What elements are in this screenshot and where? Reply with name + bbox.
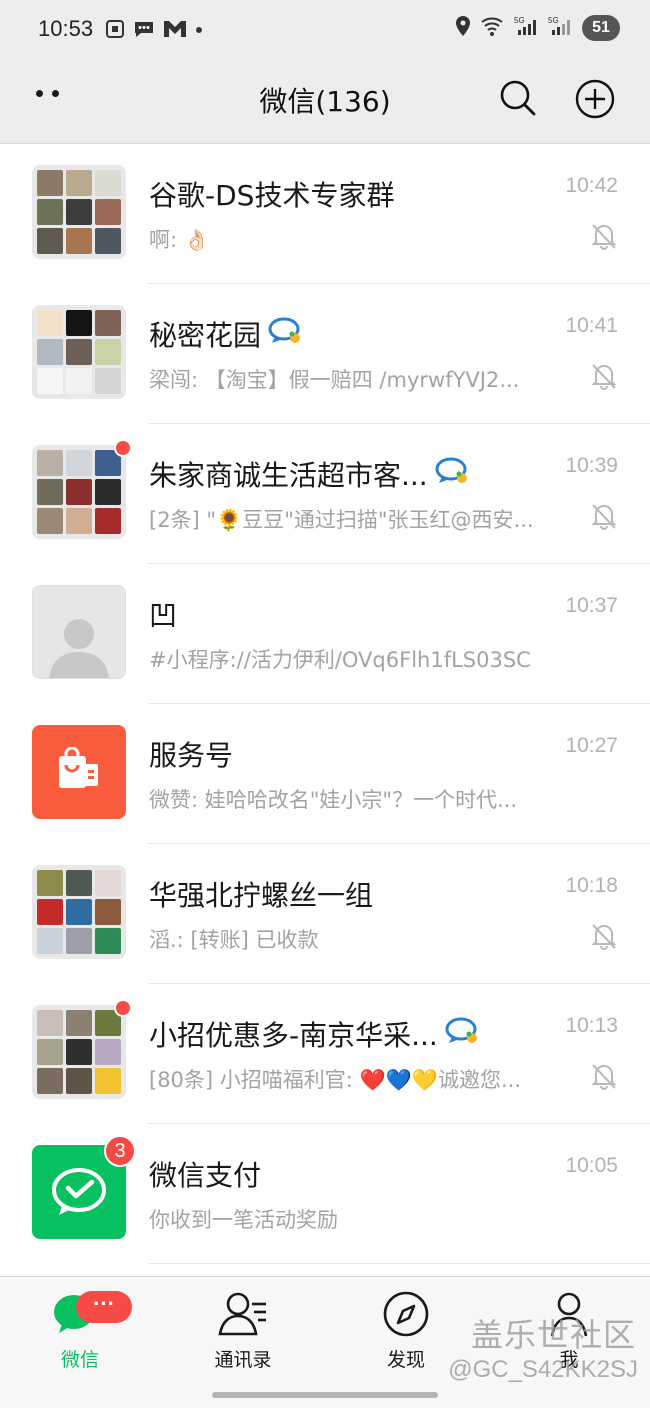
mute-bell-icon bbox=[591, 922, 617, 954]
chat-name: 秘密花园 bbox=[149, 314, 305, 354]
home-indicator[interactable] bbox=[212, 1392, 438, 1398]
unread-count-badge: 3 bbox=[104, 1135, 136, 1167]
dot-icon bbox=[194, 18, 204, 44]
chat-item[interactable]: 3 微信支付 你收到一笔活动奖励 10:05 bbox=[0, 1124, 650, 1264]
chat-list: 谷歌-DS技术专家群 啊: 👌🏻 10:42 秘密花园 梁闯: 【淘宝】假一赔四… bbox=[0, 144, 650, 1264]
status-right: 5G 5G 51 bbox=[454, 14, 620, 42]
service-account-avatar bbox=[32, 725, 126, 819]
chat-item[interactable]: 华强北拧螺丝一组 滔.: [转账] 已收款 10:18 bbox=[0, 844, 650, 984]
compass-icon bbox=[382, 1290, 430, 1342]
search-icon[interactable] bbox=[498, 78, 538, 122]
chat-time: 10:13 bbox=[565, 1014, 618, 1037]
channel-chat-icon bbox=[444, 1016, 482, 1053]
title-bar: 微信(136) bbox=[0, 60, 650, 144]
chat-name: 华强北拧螺丝一组 bbox=[149, 879, 374, 912]
page-title: 微信(136) bbox=[259, 85, 391, 118]
chat-item[interactable]: 小招优惠多-南京华采... [80条] 小招喵福利官: ❤️💙💛诚邀您... 1… bbox=[0, 984, 650, 1124]
chat-name: 微信支付 bbox=[149, 1159, 262, 1192]
chat-preview: 你收到一笔活动奖励 bbox=[149, 1208, 338, 1232]
chat-time: 10:41 bbox=[565, 314, 618, 337]
chat-name: 服务号 bbox=[149, 739, 234, 772]
add-icon[interactable] bbox=[574, 78, 616, 124]
chat-preview: 啊: 👌🏻 bbox=[149, 228, 210, 252]
chat-item[interactable]: 服务号 微赞: 娃哈哈改名"娃小宗"？一个时代... 10:27 bbox=[0, 704, 650, 844]
tab-contacts[interactable]: 通讯录 bbox=[183, 1291, 303, 1372]
status-time: 10:53 bbox=[38, 16, 94, 41]
group-avatar bbox=[32, 165, 126, 259]
unread-dot bbox=[114, 999, 132, 1017]
svg-text:5G: 5G bbox=[514, 16, 525, 25]
contacts-icon bbox=[216, 1290, 270, 1342]
battery-indicator: 51 bbox=[582, 15, 620, 41]
unread-dot bbox=[114, 439, 132, 457]
location-icon bbox=[454, 14, 472, 42]
watermark-text: 盖乐世社区 bbox=[470, 1316, 636, 1354]
tab-chats[interactable]: ··· 微信 bbox=[20, 1291, 140, 1372]
chat-name: 朱家商诚生活超市客... bbox=[149, 454, 472, 494]
channel-chat-icon bbox=[267, 316, 305, 353]
chat-name: 谷歌-DS技术专家群 bbox=[149, 179, 395, 212]
tab-badge: ··· bbox=[76, 1291, 132, 1323]
wechat-pay-avatar: 3 bbox=[32, 1135, 136, 1239]
person-avatar bbox=[32, 585, 126, 679]
status-left-icons bbox=[104, 18, 204, 44]
watermark-handle: @GC_S42KK2SJ bbox=[448, 1356, 638, 1383]
chat-name: 小招优惠多-南京华采... bbox=[149, 1014, 482, 1054]
group-avatar bbox=[32, 439, 132, 539]
chat-time: 10:27 bbox=[565, 734, 618, 757]
group-avatar bbox=[32, 305, 126, 399]
tab-label: 微信 bbox=[60, 1349, 99, 1371]
chat-preview: 微赞: 娃哈哈改名"娃小宗"？一个时代... bbox=[149, 788, 518, 812]
group-avatar bbox=[32, 999, 132, 1099]
chat-preview: #小程序://活力伊利/OVq6Flh1fLS03SC bbox=[149, 648, 531, 672]
wechat-pay-icon bbox=[52, 1168, 106, 1215]
signal-5g-icon: 5G bbox=[548, 14, 574, 42]
chat-time: 10:37 bbox=[565, 594, 618, 617]
wifi-icon bbox=[480, 14, 506, 42]
channel-chat-icon bbox=[434, 456, 472, 493]
chat-time: 10:39 bbox=[565, 454, 618, 477]
chat-item[interactable]: 谷歌-DS技术专家群 啊: 👌🏻 10:42 bbox=[0, 144, 650, 284]
chat-item[interactable]: 秘密花园 梁闯: 【淘宝】假一赔四 /myrwfYVJ2... 10:41 bbox=[0, 284, 650, 424]
chat-preview: 滔.: [转账] 已收款 bbox=[149, 928, 319, 952]
chat-name: 凹 bbox=[149, 599, 178, 632]
chat-time: 10:18 bbox=[565, 874, 618, 897]
group-avatar bbox=[32, 865, 126, 959]
mute-bell-icon bbox=[591, 222, 617, 254]
status-bar: 10:53 5G 5G 51 bbox=[0, 0, 650, 60]
chat-preview: 梁闯: 【淘宝】假一赔四 /myrwfYVJ2... bbox=[149, 368, 520, 392]
gmail-icon bbox=[162, 18, 188, 44]
tab-label: 通讯录 bbox=[214, 1349, 272, 1371]
chat-item[interactable]: 朱家商诚生活超市客... [2条] "🌻豆豆"通过扫描"张玉红@西安... 10… bbox=[0, 424, 650, 564]
mute-bell-icon bbox=[591, 1062, 617, 1094]
chat-preview: [2条] "🌻豆豆"通过扫描"张玉红@西安... bbox=[149, 508, 534, 532]
chat-time: 10:05 bbox=[565, 1154, 618, 1177]
mute-bell-icon bbox=[591, 362, 617, 394]
service-bag-icon bbox=[59, 747, 98, 788]
mute-bell-icon bbox=[591, 502, 617, 534]
chat-time: 10:42 bbox=[565, 174, 618, 197]
chat-notification-icon bbox=[132, 18, 156, 44]
screenshot-icon bbox=[104, 18, 126, 44]
signal-5g-icon: 5G bbox=[514, 14, 540, 42]
chat-preview: [80条] 小招喵福利官: ❤️💙💛诚邀您... bbox=[149, 1068, 522, 1092]
svg-text:5G: 5G bbox=[548, 16, 559, 25]
chat-item[interactable]: 凹 #小程序://活力伊利/OVq6Flh1fLS03SC 10:37 bbox=[0, 564, 650, 704]
